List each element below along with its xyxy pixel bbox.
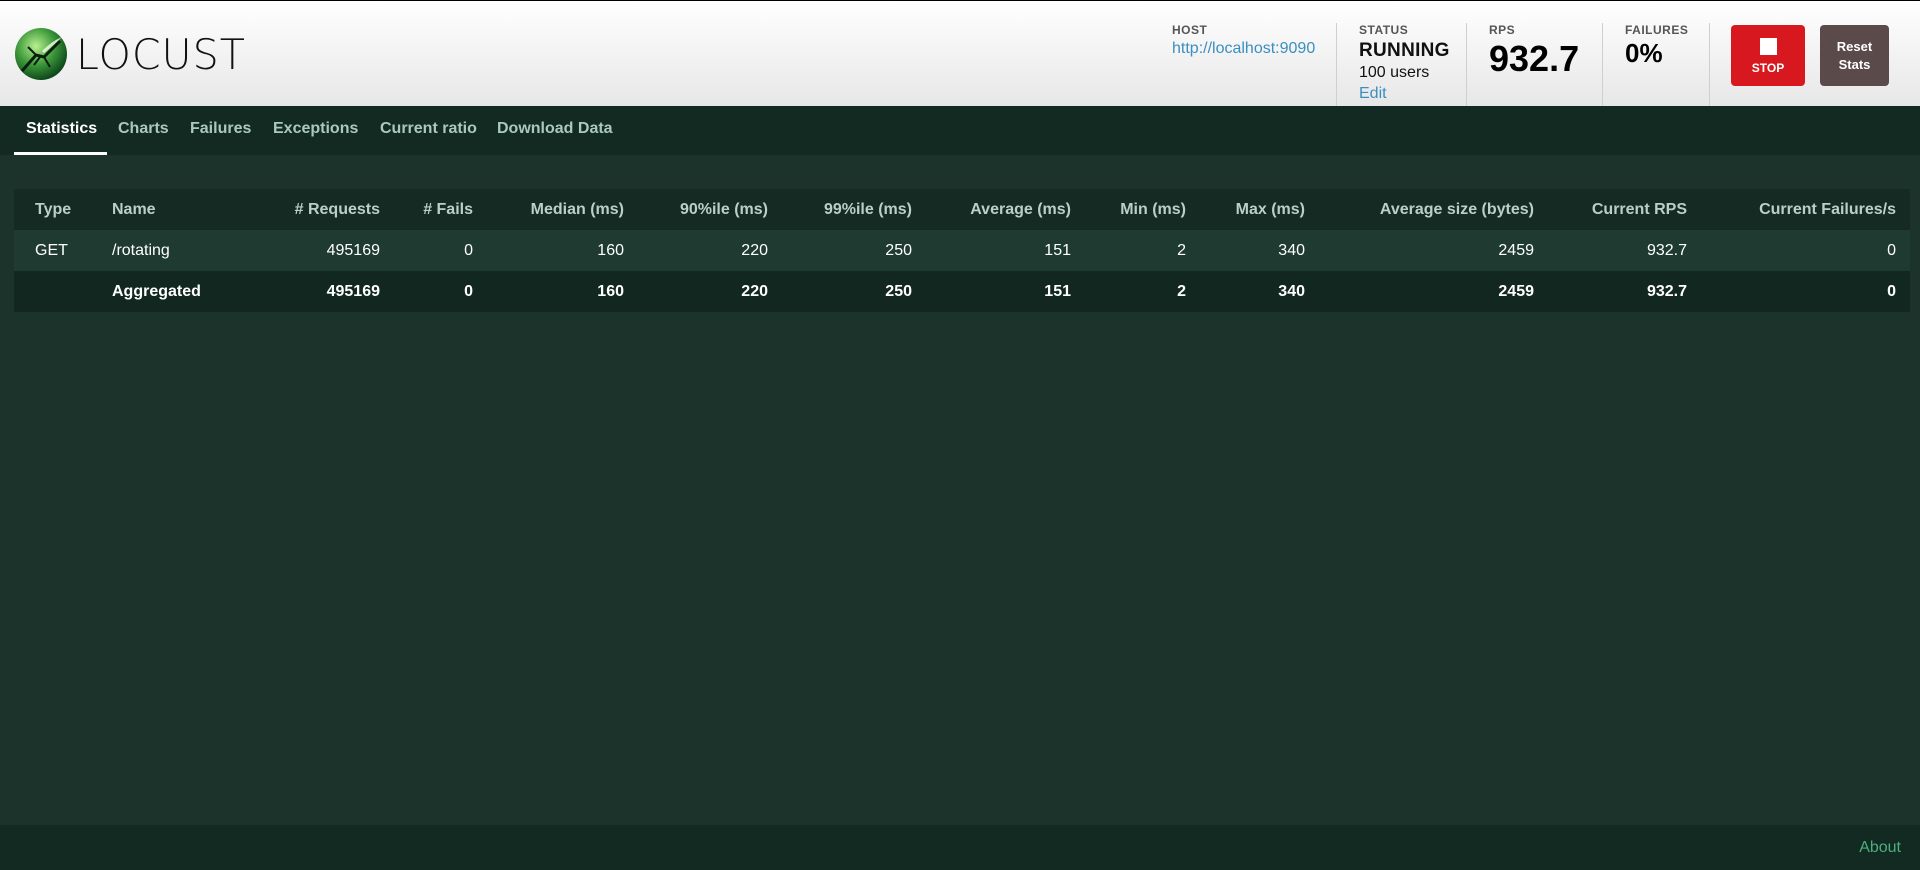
tab-exceptions[interactable]: Exceptions — [273, 106, 358, 155]
cell-average: 151 — [1044, 283, 1071, 300]
tab-download-data[interactable]: Download Data — [497, 106, 613, 155]
col-current-failures[interactable]: Current Failures/s — [1759, 189, 1896, 230]
cell-current-failures: 0 — [1887, 242, 1896, 259]
table-header-row: Type Name # Requests # Fails Median (ms)… — [14, 189, 1910, 230]
table-row: GET /rotating 495169 0 160 220 250 151 2… — [14, 230, 1910, 271]
stop-square-icon — [1759, 38, 1777, 55]
cell-avg-size: 2459 — [1498, 242, 1534, 259]
cell-max: 340 — [1278, 283, 1305, 300]
failures-value: 0% — [1625, 38, 1663, 68]
cell-type: GET — [35, 242, 68, 259]
rps-block: RPS 932.7 — [1489, 23, 1579, 80]
cell-90ile: 220 — [741, 283, 768, 300]
status-label: STATUS — [1359, 23, 1409, 37]
stats-label: Stats — [1838, 56, 1871, 72]
cell-name: Aggregated — [112, 283, 201, 300]
failures-label: FAILURES — [1625, 23, 1689, 37]
col-fails[interactable]: # Fails — [423, 189, 473, 230]
col-average[interactable]: Average (ms) — [970, 189, 1071, 230]
locust-logo-icon — [15, 28, 67, 80]
cell-99ile: 250 — [885, 242, 912, 259]
reset-stats-button[interactable]: Reset Stats — [1820, 25, 1889, 86]
col-median[interactable]: Median (ms) — [531, 189, 624, 230]
cell-name: /rotating — [112, 242, 170, 259]
cell-requests: 495169 — [326, 283, 380, 300]
cell-average: 151 — [1044, 242, 1071, 259]
tab-current-ratio[interactable]: Current ratio — [380, 106, 477, 155]
tab-charts[interactable]: Charts — [118, 106, 169, 155]
user-count: 100 users — [1359, 64, 1430, 81]
col-99ile[interactable]: 99%ile (ms) — [824, 189, 912, 230]
cell-fails: 0 — [464, 242, 473, 259]
cell-current-rps: 932.7 — [1646, 283, 1687, 300]
cell-max: 340 — [1278, 242, 1305, 259]
divider — [1336, 23, 1337, 117]
status-value: RUNNING — [1359, 40, 1450, 61]
statistics-table: Type Name # Requests # Fails Median (ms)… — [14, 189, 1910, 312]
failures-block: FAILURES 0% — [1625, 23, 1688, 69]
cell-90ile: 220 — [741, 242, 768, 259]
col-requests[interactable]: # Requests — [295, 189, 380, 230]
tab-bar: Statistics Charts Failures Exceptions Cu… — [0, 106, 1920, 155]
divider — [1709, 23, 1710, 117]
footer: About — [0, 825, 1920, 870]
col-avg-size[interactable]: Average size (bytes) — [1380, 189, 1534, 230]
stop-label: STOP — [1751, 61, 1785, 75]
cell-median: 160 — [597, 242, 624, 259]
cell-requests: 495169 — [326, 242, 380, 259]
col-current-rps[interactable]: Current RPS — [1592, 189, 1687, 230]
rps-value: 932.7 — [1489, 38, 1580, 79]
host-block: HOST http://localhost:9090 — [1172, 23, 1315, 58]
status-block: STATUS RUNNING 100 users Edit — [1359, 23, 1450, 103]
locust-logo[interactable]: LOCUST — [14, 27, 249, 81]
header: LOCUST HOST http://localhost:9090 STATUS… — [0, 0, 1920, 117]
cell-99ile: 250 — [885, 283, 912, 300]
reset-label: Reset — [1836, 38, 1873, 54]
tab-failures[interactable]: Failures — [190, 106, 251, 155]
host-label: HOST — [1172, 23, 1208, 37]
rps-label: RPS — [1489, 23, 1516, 37]
edit-link[interactable]: Edit — [1359, 85, 1450, 103]
col-90ile[interactable]: 90%ile (ms) — [680, 189, 768, 230]
col-min[interactable]: Min (ms) — [1120, 189, 1186, 230]
cell-min: 2 — [1177, 242, 1186, 259]
cell-current-failures: 0 — [1887, 283, 1896, 300]
cell-current-rps: 932.7 — [1646, 242, 1687, 259]
cell-median: 160 — [597, 283, 624, 300]
cell-avg-size: 2459 — [1498, 283, 1534, 300]
app-name: LOCUST — [76, 29, 246, 79]
cell-fails: 0 — [464, 283, 473, 300]
host-link[interactable]: http://localhost:9090 — [1172, 40, 1315, 58]
divider — [1602, 23, 1603, 117]
col-type[interactable]: Type — [35, 189, 71, 230]
stop-button[interactable]: STOP — [1731, 25, 1805, 86]
about-link[interactable]: About — [1859, 839, 1901, 857]
tab-statistics[interactable]: Statistics — [14, 106, 107, 155]
divider — [1466, 23, 1467, 117]
col-max[interactable]: Max (ms) — [1236, 189, 1305, 230]
col-name[interactable]: Name — [112, 189, 156, 230]
aggregated-row: Aggregated 495169 0 160 220 250 151 2 34… — [14, 271, 1910, 312]
cell-min: 2 — [1177, 283, 1186, 300]
